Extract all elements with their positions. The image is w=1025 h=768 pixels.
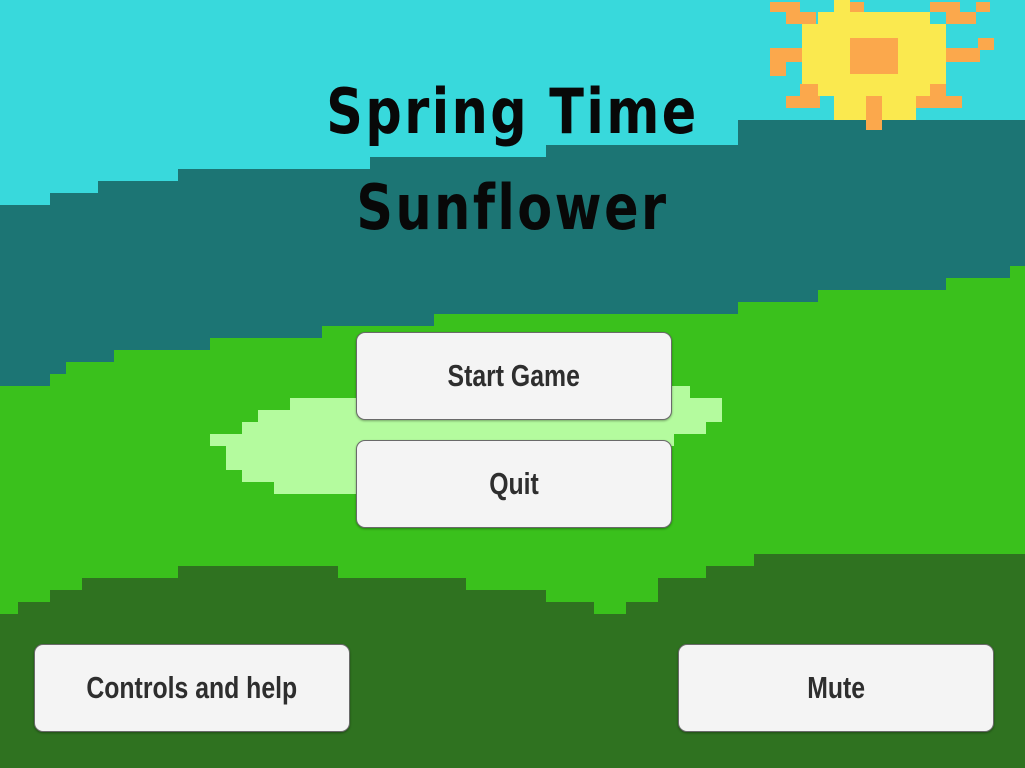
quit-label: Quit xyxy=(489,466,539,501)
start-game-button[interactable]: Start Game xyxy=(356,332,672,420)
controls-and-help-label: Controls and help xyxy=(86,670,298,705)
mute-label: Mute xyxy=(807,670,865,705)
mute-button[interactable]: Mute xyxy=(678,644,994,732)
game-screen: Spring Time Sunflower Start Game Quit Co… xyxy=(0,0,1025,768)
game-title-line-2: Sunflower xyxy=(356,171,669,244)
game-title-line-1: Spring Time xyxy=(326,75,699,148)
quit-button[interactable]: Quit xyxy=(356,440,672,528)
controls-and-help-button[interactable]: Controls and help xyxy=(34,644,350,732)
start-game-label: Start Game xyxy=(447,358,581,393)
